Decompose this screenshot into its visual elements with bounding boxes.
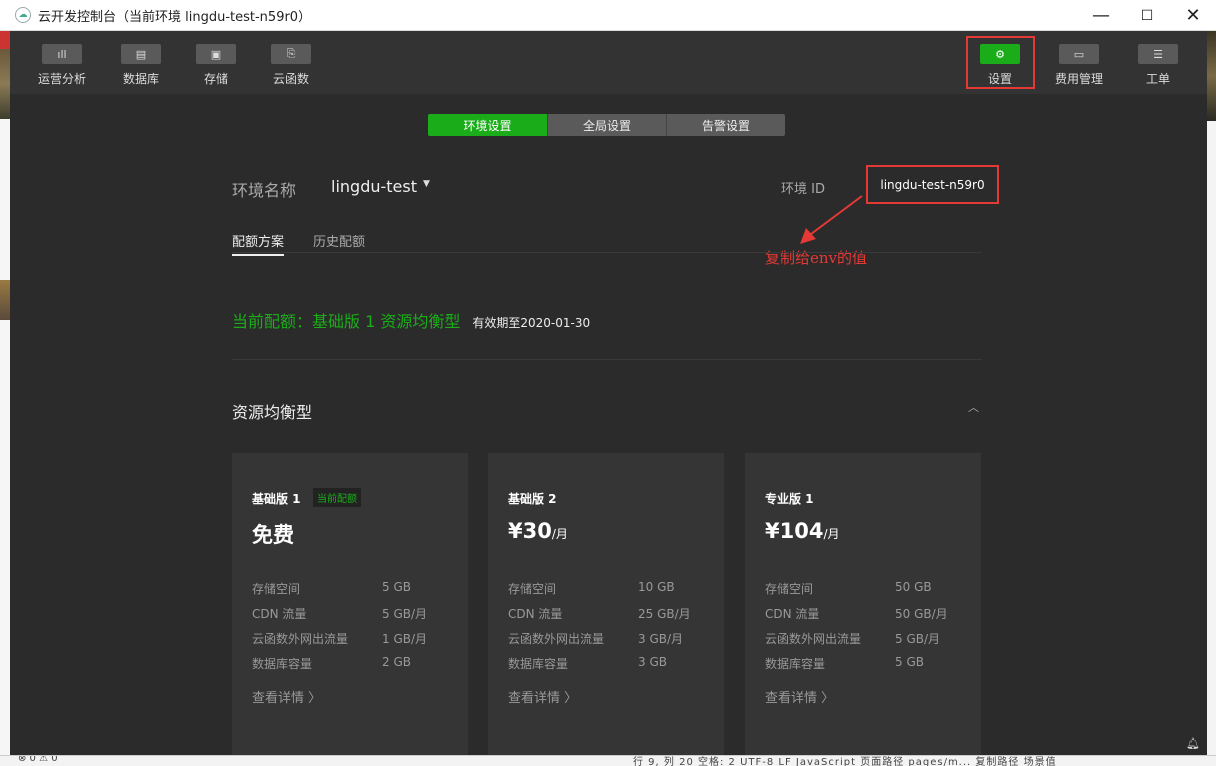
nav-item-billing[interactable]: ▭ 费用管理 <box>1049 44 1109 87</box>
plan-price: ¥104/月 <box>765 519 840 543</box>
plan-name: 基础版 2 <box>508 492 557 506</box>
bar-chart-icon: ıll <box>42 44 82 64</box>
spec-value: 5 GB/月 <box>895 632 941 646</box>
nav-item-tickets[interactable]: ☰ 工单 <box>1128 44 1188 87</box>
quota-subtabs: 配额方案 历史配额 <box>232 231 982 256</box>
nav-label: 存储 <box>203 72 228 86</box>
tab-alert-settings[interactable]: 告警设置 <box>666 114 785 136</box>
subtab-quota-history[interactable]: 历史配额 <box>313 231 365 254</box>
window-titlebar: ☁ 云开发控制台（当前环境 lingdu-test-n59r0） — ☐ ✕ <box>0 0 1216 31</box>
function-icon: ⎘ <box>271 44 311 64</box>
ticket-icon: ☰ <box>1138 44 1178 64</box>
spec-label: 存储空间 <box>765 582 814 596</box>
bell-icon[interactable]: 🔔︎ <box>1186 737 1200 750</box>
nav-item-functions[interactable]: ⎘ 云函数 <box>261 44 321 87</box>
spec-value: 5 GB <box>895 655 924 669</box>
nav-label: 云函数 <box>272 72 309 86</box>
editor-statusbar: ⊗ 0 ⚠ 0 行 9, 列 20 空格: 2 UTF-8 LF JavaScr… <box>0 755 1216 766</box>
subtab-quota-plan[interactable]: 配额方案 <box>232 231 285 256</box>
spec-value: 50 GB/月 <box>895 607 948 621</box>
maximize-button[interactable]: ☐ <box>1124 0 1170 31</box>
window-controls: — ☐ ✕ <box>1078 0 1216 31</box>
desktop-background-strip <box>0 280 10 320</box>
spec-label: 云函数外网出流量 <box>765 632 862 646</box>
view-details-link[interactable]: 查看详情 〉 <box>508 687 577 706</box>
spec-value: 5 GB <box>382 580 411 594</box>
current-plan-text: 当前配额：基础版 1 资源均衡型 <box>232 312 461 331</box>
tab-global-settings[interactable]: 全局设置 <box>547 114 666 136</box>
spec-label: 数据库容量 <box>252 657 313 671</box>
nav-label: 费用管理 <box>1054 72 1103 86</box>
desktop-background-strip <box>0 31 10 49</box>
chevron-up-icon[interactable]: ︿ <box>968 399 979 415</box>
spec-label: CDN 流量 <box>252 607 307 621</box>
console-window: ıll 运营分析 ▤ 数据库 ▣ 存储 ⎘ 云函数 ⚙ 设置 ▭ 费用管理 ☰ … <box>10 31 1207 755</box>
annotation-highlight-box <box>966 36 1035 89</box>
view-details-link[interactable]: 查看详情 〉 <box>252 687 321 706</box>
spec-value: 25 GB/月 <box>638 607 691 621</box>
plan-price-unit: /月 <box>823 527 840 541</box>
settings-tabs: 环境设置 全局设置 告警设置 <box>428 114 785 136</box>
save-icon: ▣ <box>196 44 236 64</box>
spec-label: 云函数外网出流量 <box>508 632 605 646</box>
env-name-label: 环境名称 <box>232 181 297 200</box>
current-plan: 当前配额：基础版 1 资源均衡型 有效期至2020-01-30 <box>232 308 590 332</box>
plan-price-amount: ¥104 <box>765 519 824 543</box>
tab-env-settings[interactable]: 环境设置 <box>428 114 547 136</box>
window-title: 云开发控制台（当前环境 lingdu-test-n59r0） <box>38 9 312 25</box>
spec-value: 10 GB <box>638 580 675 594</box>
nav-item-analytics[interactable]: ıll 运营分析 <box>32 44 92 87</box>
minimize-button[interactable]: — <box>1078 0 1124 31</box>
spec-label: 存储空间 <box>252 582 301 596</box>
spec-value: 3 GB <box>638 655 667 669</box>
spec-value: 2 GB <box>382 655 411 669</box>
plan-card: 基础版 2 ¥30/月 存储空间 10 GB CDN 流量 25 GB/月 云函… <box>488 453 724 755</box>
nav-item-database[interactable]: ▤ 数据库 <box>111 44 171 87</box>
spec-value: 5 GB/月 <box>382 607 428 621</box>
spec-label: 云函数外网出流量 <box>252 632 349 646</box>
plan-price-amount: 免费 <box>252 523 294 547</box>
desktop-background-right <box>1207 31 1216 766</box>
desktop-background-strip <box>0 49 10 119</box>
current-plan-badge: 当前配额 <box>313 488 361 507</box>
top-navigation: ıll 运营分析 ▤ 数据库 ▣ 存储 ⎘ 云函数 ⚙ 设置 ▭ 费用管理 ☰ … <box>10 31 1207 94</box>
env-id-value[interactable]: lingdu-test-n59r0 <box>866 165 999 204</box>
desktop-background-left <box>0 31 10 766</box>
spec-value: 50 GB <box>895 580 932 594</box>
plan-price: ¥30/月 <box>508 519 568 543</box>
billing-icon: ▭ <box>1059 44 1099 64</box>
nav-label: 数据库 <box>122 72 159 86</box>
plan-price: 免费 <box>252 519 294 549</box>
spec-value: 1 GB/月 <box>382 632 428 646</box>
app-logo-icon: ☁ <box>15 7 31 23</box>
divider <box>232 359 982 360</box>
spec-label: CDN 流量 <box>765 607 820 621</box>
desktop-background-strip <box>1207 31 1216 121</box>
plan-name: 专业版 1 <box>765 492 814 506</box>
plan-valid-until: 有效期至2020-01-30 <box>472 316 591 330</box>
status-info: 行 9, 列 20 空格: 2 UTF-8 LF JavaScript 页面路径… <box>633 757 1057 766</box>
plan-price-unit: /月 <box>551 527 568 541</box>
spec-label: CDN 流量 <box>508 607 563 621</box>
view-details-link[interactable]: 查看详情 〉 <box>765 687 834 706</box>
spec-label: 存储空间 <box>508 582 557 596</box>
plan-card: 基础版 1 当前配额 免费 存储空间 5 GB CDN 流量 5 GB/月 云函… <box>232 453 468 755</box>
plan-card: 专业版 1 ¥104/月 存储空间 50 GB CDN 流量 50 GB/月 云… <box>745 453 981 755</box>
status-problems[interactable]: ⊗ 0 ⚠ 0 <box>18 756 58 764</box>
env-select[interactable]: lingdu-test <box>331 177 417 196</box>
nav-label: 运营分析 <box>37 72 86 86</box>
plan-price-amount: ¥30 <box>508 519 552 543</box>
close-button[interactable]: ✕ <box>1170 0 1216 31</box>
plan-name: 基础版 1 <box>252 492 301 506</box>
section-title: 资源均衡型 <box>232 403 313 422</box>
spec-label: 数据库容量 <box>765 657 826 671</box>
database-icon: ▤ <box>121 44 161 64</box>
spec-value: 3 GB/月 <box>638 632 684 646</box>
spec-label: 数据库容量 <box>508 657 569 671</box>
nav-item-storage[interactable]: ▣ 存储 <box>186 44 246 87</box>
caret-down-icon[interactable]: ▼ <box>423 179 430 189</box>
nav-label: 工单 <box>1145 72 1170 86</box>
